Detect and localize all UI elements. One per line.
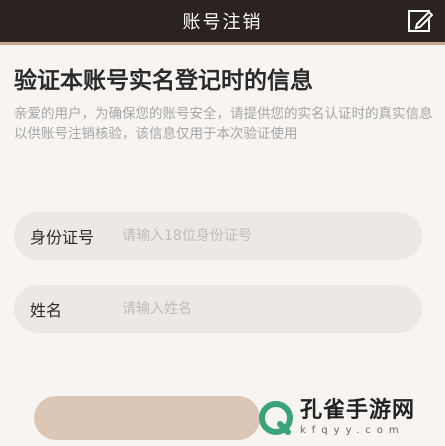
submit-button[interactable]	[34, 396, 260, 440]
watermark-name: 孔雀手游网	[300, 398, 416, 423]
page-title: 账号注销	[182, 12, 263, 33]
id-number-field[interactable]: 身份证号	[14, 212, 422, 260]
header-divider	[0, 42, 445, 45]
name-label: 姓名	[30, 301, 63, 320]
main-content: 验证本账号实名登记时的信息 亲爱的用户，为确保您的账号安全，请提供您的实名认证时…	[14, 66, 434, 144]
verification-heading: 验证本账号实名登记时的信息	[14, 68, 313, 94]
site-watermark: 孔雀手游网 kfqyy.com	[258, 390, 443, 446]
peacock-logo-icon	[259, 401, 293, 435]
verification-description: 亲爱的用户，为确保您的账号安全，请提供您的实名认证时的真实信息以供账号注销核验，…	[14, 106, 433, 142]
watermark-url: kfqyy.com	[300, 425, 405, 436]
id-number-input[interactable]	[120, 227, 404, 245]
edit-icon[interactable]	[407, 8, 433, 34]
name-input[interactable]	[120, 300, 404, 318]
name-field[interactable]: 姓名	[14, 285, 422, 333]
id-number-label: 身份证号	[30, 228, 95, 247]
title-bar: 账号注销	[0, 0, 445, 42]
